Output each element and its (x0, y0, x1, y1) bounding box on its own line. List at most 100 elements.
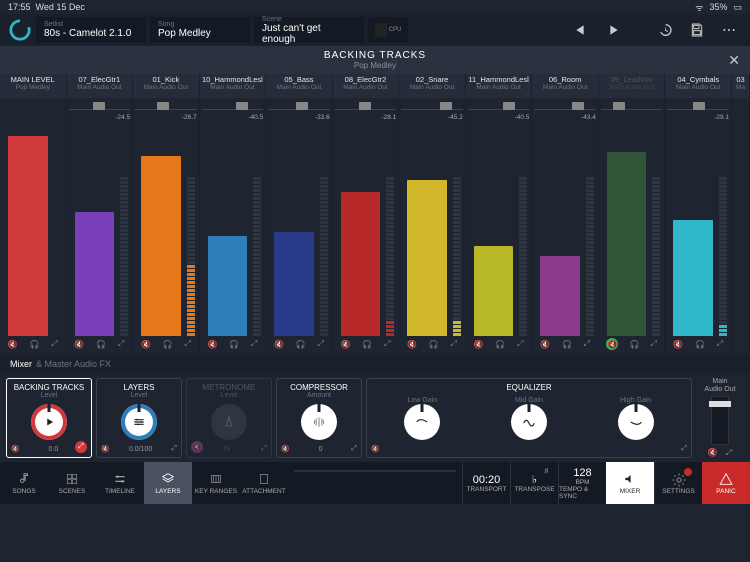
track-header[interactable]: 02_SnareMain Audio Out (399, 74, 466, 98)
compressor-knob[interactable] (301, 404, 337, 440)
expand-icon[interactable]: ⤢ (261, 445, 267, 453)
expand-icon[interactable]: ⤢ (317, 339, 323, 349)
compressor-tile[interactable]: COMPRESSOR Amount 🔇0⤢ (276, 378, 362, 458)
nav-timeline[interactable]: TIMELINE (96, 462, 144, 504)
expand-icon[interactable]: ⤢ (651, 339, 657, 349)
mute-icon[interactable]: 🔇 (540, 340, 550, 349)
metronome-mute-icon[interactable]: 🔇 (191, 441, 203, 453)
backing-knob[interactable] (31, 404, 67, 440)
save-icon[interactable] (682, 17, 712, 43)
eq-low-knob[interactable] (404, 404, 440, 440)
track-header[interactable]: 05_BassMain Audio Out (266, 74, 333, 98)
mute-icon[interactable]: 🔇 (141, 340, 151, 349)
scene-cell[interactable]: Scene Just can't get enough (254, 17, 364, 43)
headphone-icon[interactable]: 🎧 (562, 340, 572, 349)
setlist-cell[interactable]: Setlist 80s - Camelot 2.1.0 (36, 17, 146, 43)
equalizer-tile[interactable]: EQUALIZER Low Gain Mid Gain High Gain 🔇⤢ (366, 378, 692, 458)
layers-knob[interactable] (121, 404, 157, 440)
track-header[interactable]: 01_KickMain Audio Out (133, 74, 200, 98)
timeline-scrubber[interactable] (294, 470, 456, 504)
track-header[interactable]: 06_RoomMain Audio Out (532, 74, 599, 98)
headphone-icon[interactable]: 🎧 (695, 340, 705, 349)
nav-attachment[interactable]: ATTACHMENT (240, 462, 288, 504)
mute-icon[interactable]: 🔇 (474, 340, 484, 349)
expand-icon[interactable]: ⤢ (171, 445, 177, 453)
eq-mid-knob[interactable] (511, 404, 547, 440)
more-icon[interactable] (714, 17, 744, 43)
mute-icon[interactable]: 🔇 (208, 340, 218, 349)
mute-icon[interactable]: 🔇 (341, 340, 351, 349)
fader[interactable] (0, 102, 66, 336)
mute-icon[interactable]: 🔇 (407, 340, 417, 349)
fader[interactable]: -33.6 (266, 102, 332, 336)
panic-button[interactable]: PANIC (702, 462, 750, 504)
transport-cell[interactable]: 00:20TRANSPORT (462, 462, 510, 504)
track-header[interactable]: 10_HammondLeslMain Audio Out (200, 74, 267, 98)
headphone-icon[interactable]: 🎧 (629, 340, 639, 349)
metronome-tile[interactable]: METRONOME Level 70⤢ 🔇 (186, 378, 272, 458)
headphone-icon[interactable]: 🎧 (96, 340, 106, 349)
fader[interactable]: -28.1 (333, 102, 399, 336)
expand-icon[interactable]: ⤢ (717, 339, 723, 349)
mute-icon[interactable]: 🔇 (606, 338, 618, 350)
fader[interactable]: -40.5 (200, 102, 266, 336)
track-header[interactable]: 11_HammondLeslMain Audio Out (466, 74, 533, 98)
fader[interactable]: -45.2 (399, 102, 465, 336)
transpose-cell[interactable]: ♭♯TRANSPOSE (510, 462, 558, 504)
headphone-icon[interactable]: 🎧 (362, 340, 372, 349)
nav-mixer[interactable]: MIXER (606, 462, 654, 504)
mute-icon[interactable]: 🔇 (708, 448, 718, 458)
mute-icon[interactable]: 🔇 (673, 340, 683, 349)
headphone-icon[interactable]: 🎧 (30, 340, 40, 349)
fader[interactable] (599, 102, 665, 336)
track-header[interactable]: 08_ElecGtr2Main Audio Out (333, 74, 400, 98)
eq-high-knob[interactable] (618, 404, 654, 440)
expand-icon[interactable]: ⤢ (75, 441, 87, 453)
expand-icon[interactable]: ⤢ (681, 445, 687, 453)
headphone-icon[interactable]: 🎧 (163, 340, 173, 349)
expand-icon[interactable]: ⤢ (118, 339, 124, 349)
mute-icon[interactable]: 🔇 (281, 445, 290, 453)
close-icon[interactable]: ✕ (728, 52, 740, 69)
track-header[interactable]: 09_LeadVoxMain Audio Out (599, 74, 666, 98)
song-cell[interactable]: Song Pop Medley (150, 17, 250, 43)
expand-icon[interactable]: ⤢ (184, 339, 190, 349)
metronome-knob[interactable] (211, 404, 247, 440)
mute-icon[interactable]: 🔇 (371, 445, 380, 453)
headphone-icon[interactable]: 🎧 (495, 340, 505, 349)
fader[interactable]: -24.5 (67, 102, 133, 336)
track-header[interactable]: 03Ma (732, 74, 750, 98)
fader[interactable]: -43.4 (532, 102, 598, 336)
headphone-icon[interactable]: 🎧 (296, 340, 306, 349)
mute-icon[interactable]: 🔇 (274, 340, 284, 349)
expand-icon[interactable]: ⤢ (584, 339, 590, 349)
mute-icon[interactable]: 🔇 (11, 445, 20, 453)
fader[interactable]: -40.5 (466, 102, 532, 336)
expand-icon[interactable]: ⤢ (451, 339, 457, 349)
expand-icon[interactable]: ⤢ (351, 445, 357, 453)
fader[interactable] (732, 102, 749, 336)
backing-tracks-tile[interactable]: BACKING TRACKS Level 🔇0.0 ⤢ (6, 378, 92, 458)
expand-icon[interactable]: ⤢ (251, 339, 257, 349)
nav-songs[interactable]: SONGS (0, 462, 48, 504)
main-out-fader[interactable] (711, 396, 729, 445)
history-icon[interactable] (650, 17, 680, 43)
fader[interactable]: -26.7 (133, 102, 199, 336)
expand-icon[interactable]: ⤢ (51, 339, 57, 349)
fader[interactable]: -29.1 (665, 102, 731, 336)
track-header[interactable]: 04_CymbalsMain Audio Out (665, 74, 732, 98)
mute-icon[interactable]: 🔇 (101, 445, 110, 453)
nav-settings[interactable]: SETTINGS (654, 462, 702, 504)
expand-icon[interactable]: ⤢ (726, 448, 732, 458)
prev-button[interactable] (566, 17, 596, 43)
next-button[interactable] (598, 17, 628, 43)
headphone-icon[interactable]: 🎧 (229, 340, 239, 349)
nav-keyranges[interactable]: KEY RANGES (192, 462, 240, 504)
track-header[interactable]: 07_ElecGtr1Main Audio Out (67, 74, 134, 98)
mute-icon[interactable]: 🔇 (8, 340, 18, 349)
tempo-cell[interactable]: 128BPMTEMPO & SYNC (558, 462, 606, 504)
mute-icon[interactable]: 🔇 (74, 340, 84, 349)
layers-tile[interactable]: LAYERS Level 🔇0.0/100⤢ (96, 378, 182, 458)
nav-layers[interactable]: LAYERS (144, 462, 192, 504)
expand-icon[interactable]: ⤢ (384, 339, 390, 349)
